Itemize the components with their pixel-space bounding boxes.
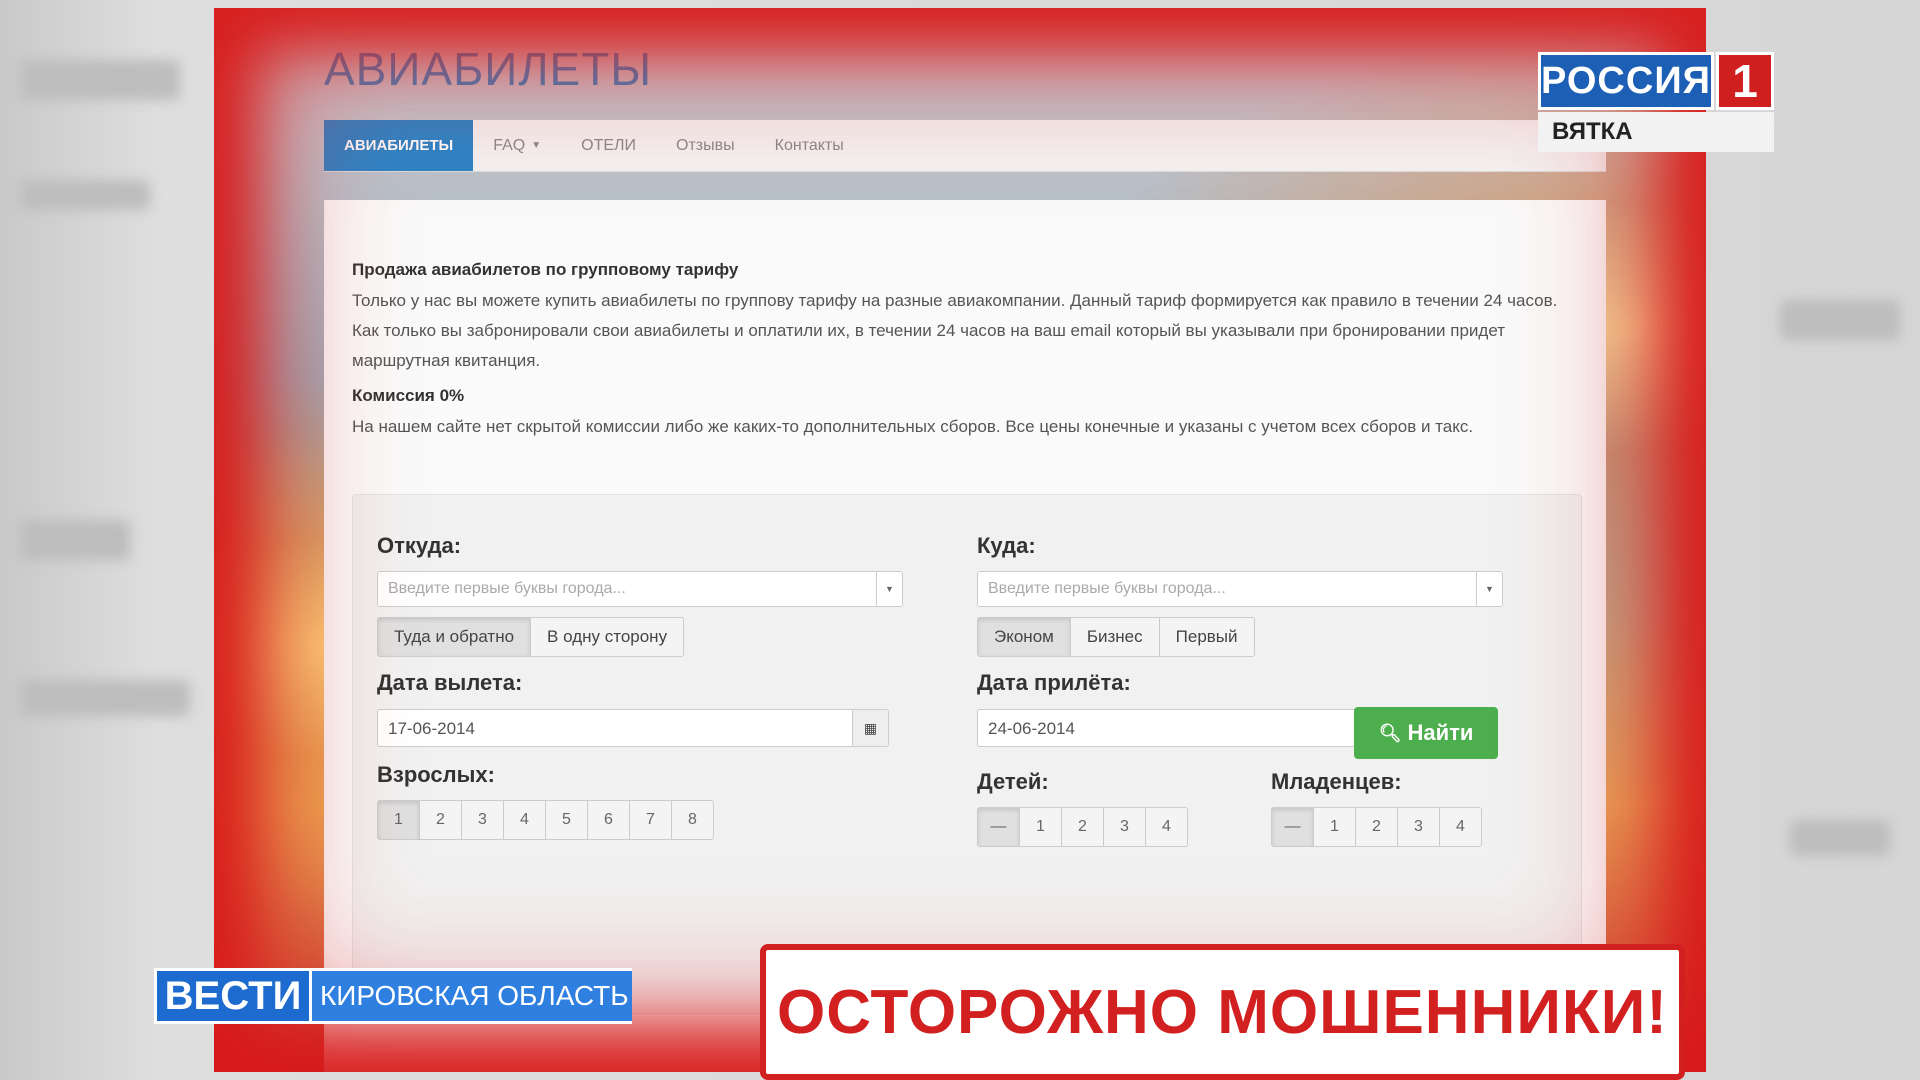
children-option[interactable]: — (977, 807, 1020, 847)
dropdown-arrow-icon: ▼ (876, 572, 902, 606)
children-label: Детей: (977, 769, 1049, 794)
warning-banner: ОСТОРОЖНО МОШЕННИКИ! (760, 944, 1685, 1080)
adults-option[interactable]: 4 (503, 800, 546, 840)
main-content: Продажа авиабилетов по групповому тарифу… (324, 200, 1606, 1072)
adults-option[interactable]: 3 (461, 800, 504, 840)
infants-option[interactable]: 2 (1355, 807, 1398, 847)
nav-item-contacts[interactable]: Контакты (755, 120, 864, 171)
nav-item-faq-label: FAQ (493, 136, 526, 154)
to-placeholder: Введите первые буквы города... (988, 580, 1226, 597)
from-select[interactable]: Введите первые буквы города... ▼ (377, 571, 903, 607)
nav-item-faq[interactable]: FAQ ▼ (473, 120, 561, 171)
section-title-group-fare: Продажа авиабилетов по групповому тарифу (352, 260, 739, 279)
caret-down-icon: ▼ (531, 140, 542, 151)
to-label: Куда: (977, 533, 1036, 558)
adults-option[interactable]: 2 (419, 800, 462, 840)
adults-option[interactable]: 6 (587, 800, 630, 840)
nav-item-hotels[interactable]: ОТЕЛИ (561, 120, 656, 171)
adults-option[interactable]: 8 (671, 800, 714, 840)
find-button[interactable]: 🔍︎ Найти (1354, 707, 1498, 759)
nav-item-aviabilety[interactable]: АВИАБИЛЕТЫ (324, 120, 474, 171)
infants-label: Младенцев: (1271, 769, 1402, 794)
section-text-commission: На нашем сайте нет скрытой комиссии либо… (352, 417, 1474, 436)
program-logo: ВЕСТИ (154, 968, 312, 1024)
infants-group: — 1 2 3 4 (1271, 807, 1482, 847)
section-title-commission: Комиссия 0% (352, 386, 465, 405)
adults-group: 1 2 3 4 5 6 7 8 (377, 800, 714, 840)
from-placeholder: Введите первые буквы города... (388, 580, 626, 597)
children-option[interactable]: 4 (1145, 807, 1188, 847)
infants-option[interactable]: 3 (1397, 807, 1440, 847)
from-label: Откуда: (377, 533, 462, 558)
adults-option[interactable]: 1 (377, 800, 420, 840)
calendar-icon[interactable]: ▦ (852, 710, 888, 746)
arrive-label: Дата прилёта: (977, 670, 1131, 695)
find-button-label: Найти (1407, 720, 1474, 745)
children-option[interactable]: 1 (1019, 807, 1062, 847)
screenshot-frame: АВИАБИЛЕТЫ АВИАБИЛЕТЫ FAQ ▼ ОТЕЛИ Отзывы… (214, 8, 1706, 1072)
trip-oneway-button[interactable]: В одну сторону (530, 617, 685, 657)
class-economy-button[interactable]: Эконом (977, 617, 1071, 657)
adults-label: Взрослых: (377, 762, 495, 787)
children-option[interactable]: 3 (1103, 807, 1146, 847)
depart-label: Дата вылета: (377, 670, 523, 695)
section-text-group-fare: Только у нас вы можете купить авиабилеты… (352, 291, 1558, 370)
children-group: — 1 2 3 4 (977, 807, 1188, 847)
children-option[interactable]: 2 (1061, 807, 1104, 847)
depart-date-value: 17-06-2014 (388, 719, 475, 738)
channel-number-logo: 1 (1716, 52, 1774, 110)
infants-option[interactable]: 1 (1313, 807, 1356, 847)
channel-logo: РОССИЯ (1538, 52, 1714, 110)
infants-option[interactable]: 4 (1439, 807, 1482, 847)
infants-option[interactable]: — (1271, 807, 1314, 847)
class-first-button[interactable]: Первый (1158, 617, 1255, 657)
depart-date-input[interactable]: 17-06-2014 ▦ (377, 709, 889, 747)
adults-option[interactable]: 7 (629, 800, 672, 840)
channel-region-label: ВЯТКА (1538, 112, 1774, 152)
arrive-date-value: 24-06-2014 (988, 719, 1075, 738)
nav-item-reviews[interactable]: Отзывы (656, 120, 755, 171)
trip-type-group: Туда и обратно В одну сторону (377, 617, 685, 657)
navbar: АВИАБИЛЕТЫ FAQ ▼ ОТЕЛИ Отзывы Контакты (324, 120, 1606, 172)
class-group: Эконом Бизнес Первый (977, 617, 1255, 657)
adults-option[interactable]: 5 (545, 800, 588, 840)
dropdown-arrow-icon: ▼ (1476, 572, 1502, 606)
trip-round-button[interactable]: Туда и обратно (377, 617, 532, 657)
search-icon: 🔍︎ (1378, 722, 1402, 743)
program-region-label: КИРОВСКАЯ ОБЛАСТЬ (312, 968, 632, 1024)
site-title: АВИАБИЛЕТЫ (324, 43, 653, 95)
class-business-button[interactable]: Бизнес (1069, 617, 1160, 657)
to-select[interactable]: Введите первые буквы города... ▼ (977, 571, 1503, 607)
